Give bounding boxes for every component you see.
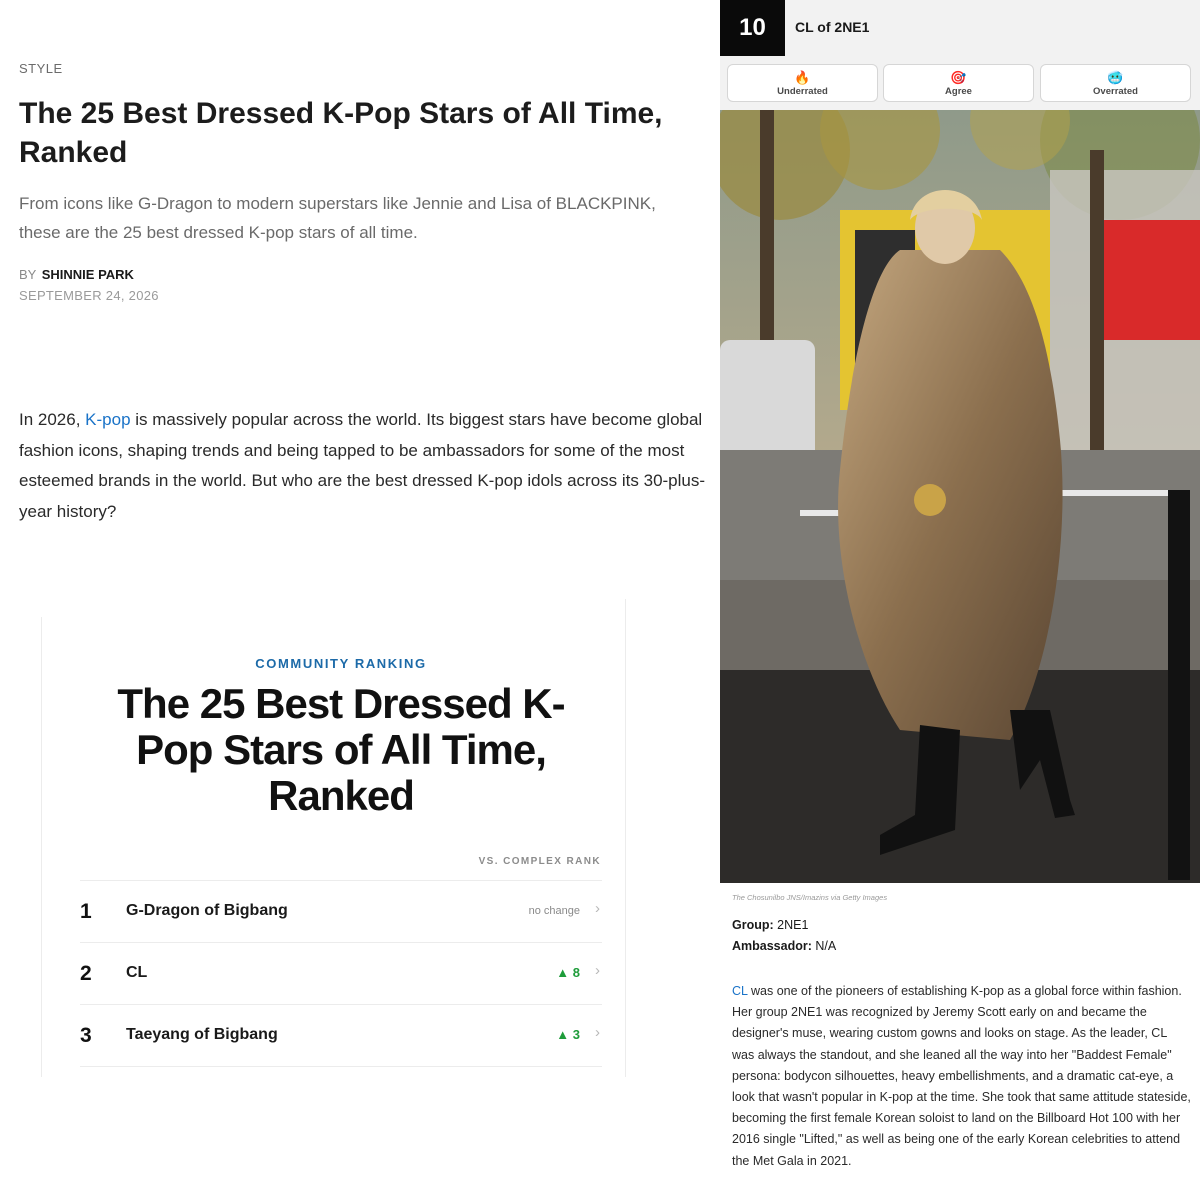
rank-name: CL bbox=[126, 964, 148, 981]
article-dek: From icons like G-Dragon to modern super… bbox=[19, 194, 656, 242]
vote-buttons: 🔥 Underrated 🎯 Agree 🥶 Overrated bbox=[720, 56, 1200, 110]
body-text-start: In 2026, bbox=[19, 410, 86, 429]
entry-header: 10 CL of 2NE1 bbox=[720, 0, 1200, 56]
rank-number: 2 bbox=[80, 962, 92, 985]
group-value: 2NE1 bbox=[773, 918, 809, 932]
street-photo-illustration bbox=[720, 110, 1200, 883]
rank-row[interactable]: 2 CL ▲ 8 › bbox=[80, 943, 602, 1005]
vs-complex-rank-label: VS. COMPLEX RANK bbox=[478, 856, 601, 867]
ranking-title: The 25 Best Dressed K-Pop Stars of All T… bbox=[117, 680, 565, 819]
author-link[interactable]: SHINNIE PARK bbox=[42, 267, 134, 282]
rank-number: 1 bbox=[80, 900, 92, 923]
entry-title: CL of 2NE1 bbox=[795, 19, 870, 35]
entry-body-text: was one of the pioneers of establishing … bbox=[732, 984, 1191, 1168]
article-body: In 2026, K-pop is massively popular acro… bbox=[19, 405, 709, 527]
group-label: Group: bbox=[732, 918, 774, 932]
entry-body: CL was one of the pioneers of establishi… bbox=[732, 981, 1192, 1172]
vote-label: Agree bbox=[945, 86, 972, 97]
ambassador-line: Ambassador: N/A bbox=[732, 939, 836, 953]
fire-icon: 🔥 bbox=[794, 70, 811, 85]
ranking-entry-panel: 10 CL of 2NE1 🔥 Underrated 🎯 Agree 🥶 Ove… bbox=[720, 0, 1200, 1182]
community-ranking-label: COMMUNITY RANKING bbox=[255, 656, 427, 671]
byline-prefix: BY bbox=[19, 267, 37, 282]
rank-row[interactable]: 1 G-Dragon of Bigbang no change › bbox=[80, 881, 602, 943]
byline: BY SHINNIE PARK bbox=[19, 267, 134, 282]
rank-change-up: ▲ 3 bbox=[556, 1027, 580, 1042]
cold-face-icon: 🥶 bbox=[1107, 70, 1124, 85]
kpop-link[interactable]: K-pop bbox=[85, 410, 130, 429]
rank-list: 1 G-Dragon of Bigbang no change › 2 CL ▲… bbox=[80, 880, 602, 1067]
rank-change-up: ▲ 8 bbox=[556, 965, 580, 980]
publish-date: SEPTEMBER 24, 2026 bbox=[19, 288, 159, 303]
overrated-button[interactable]: 🥶 Overrated bbox=[1040, 64, 1191, 102]
vote-label: Overrated bbox=[1093, 86, 1138, 97]
cl-link[interactable]: CL bbox=[732, 984, 748, 998]
agree-button[interactable]: 🎯 Agree bbox=[883, 64, 1034, 102]
target-icon: 🎯 bbox=[950, 70, 967, 85]
rank-name: Taeyang of Bigbang bbox=[126, 1026, 278, 1043]
entry-rank-badge: 10 bbox=[720, 0, 785, 56]
chevron-right-icon[interactable]: › bbox=[595, 900, 600, 917]
ambassador-value: N/A bbox=[811, 939, 837, 953]
photo-caption: The Chosunilbo JNS/Imazins via Getty Ima… bbox=[732, 893, 888, 902]
ambassador-label: Ambassador: bbox=[732, 939, 812, 953]
chevron-right-icon[interactable]: › bbox=[595, 1024, 600, 1041]
chevron-right-icon[interactable]: › bbox=[595, 962, 600, 979]
entry-photo bbox=[720, 110, 1200, 883]
underrated-button[interactable]: 🔥 Underrated bbox=[727, 64, 878, 102]
rank-row[interactable]: 3 Taeyang of Bigbang ▲ 3 › bbox=[80, 1005, 602, 1067]
community-ranking-card: COMMUNITY RANKING The 25 Best Dressed K-… bbox=[41, 599, 626, 1077]
section-kicker[interactable]: STYLE bbox=[19, 61, 63, 76]
article-headline: The 25 Best Dressed K-Pop Stars of All T… bbox=[19, 97, 663, 169]
rank-number: 3 bbox=[80, 1024, 92, 1047]
group-line: Group: 2NE1 bbox=[732, 918, 808, 932]
rank-name: G-Dragon of Bigbang bbox=[126, 902, 288, 919]
article: STYLE The 25 Best Dressed K-Pop Stars of… bbox=[0, 0, 712, 1182]
vote-label: Underrated bbox=[777, 86, 828, 97]
rank-change: no change bbox=[528, 905, 580, 917]
